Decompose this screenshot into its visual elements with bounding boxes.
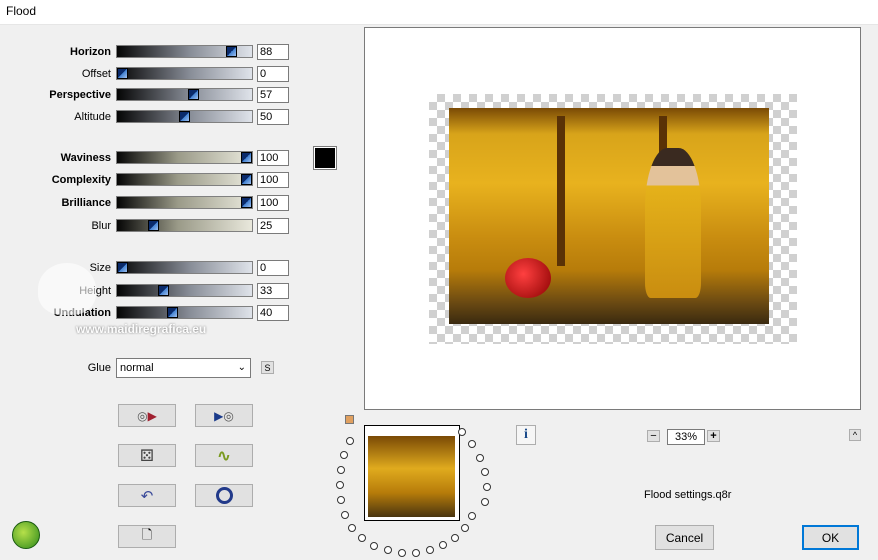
horizon-slider[interactable] [116,45,253,58]
glue-label: Glue [87,362,111,374]
preview-pane[interactable] [364,27,861,410]
altitude-slider-thumb[interactable] [179,111,190,122]
complexity-label: Complexity [51,174,111,186]
cancel-button[interactable]: Cancel [655,525,714,550]
perspective-slider[interactable] [116,88,253,101]
horizon-value-field[interactable]: 88 [257,44,289,60]
offset-value-field[interactable]: 0 [257,66,289,82]
undulation-value-field[interactable]: 40 [257,305,289,321]
waviness-label: Waviness [60,152,111,164]
zoom-value: 33% [667,429,705,445]
settings-filename: Flood settings.q8r [644,489,732,501]
title-bar: Flood [0,0,878,25]
complexity-value-field[interactable]: 100 [257,172,289,188]
color-swatch[interactable] [313,146,337,170]
info-button[interactable]: i [516,425,536,445]
reset-button[interactable] [195,484,253,507]
height-value-field[interactable]: 33 [257,283,289,299]
perspective-slider-thumb[interactable] [188,89,199,100]
info-icon: i [524,427,528,442]
glue-select[interactable]: normal ⌄ [116,358,251,378]
app-logo-icon [12,521,40,549]
perspective-value-field[interactable]: 57 [257,87,289,103]
navigator-ring [336,428,491,557]
wave-icon: ∿ [217,447,231,465]
woman-figure [645,148,701,298]
zoom-in-button[interactable]: + [707,430,720,442]
play-forward-button[interactable]: ▶◎ [195,404,253,427]
waviness-value-field[interactable]: 100 [257,150,289,166]
ok-button[interactable]: OK [802,525,859,550]
horizon-label: Horizon [70,46,111,58]
brilliance-slider[interactable] [116,196,253,209]
glue-value: normal [120,362,154,374]
apply-wave-button[interactable]: ∿ [195,444,253,467]
circle-icon [215,487,233,504]
perspective-label: Perspective [49,89,111,101]
altitude-label: Altitude [74,111,111,123]
zoom-out-button[interactable]: − [647,430,660,442]
complexity-slider[interactable] [116,173,253,186]
blur-slider[interactable] [116,219,253,232]
chevron-down-icon: ⌄ [237,362,246,373]
brilliance-value-field[interactable]: 100 [257,195,289,211]
undo-button[interactable]: ↶ [118,484,176,507]
horizon-slider-thumb[interactable] [226,46,237,57]
blur-slider-thumb[interactable] [148,220,159,231]
complexity-slider-thumb[interactable] [241,174,252,185]
page-icon: 🗋 [141,526,153,542]
play-forward-icon: ▶◎ [214,408,234,423]
size-value-field[interactable]: 0 [257,260,289,276]
waviness-slider-thumb[interactable] [241,152,252,163]
brilliance-label: Brilliance [61,197,111,209]
dice-icon: ⚄ [140,447,154,465]
offset-label: Offset [81,68,111,80]
red-vase [505,258,551,298]
window-title: Flood [6,4,37,18]
undo-icon: ↶ [140,487,154,505]
preview-canvas [429,94,797,344]
watermark: www.maidiregrafica.eu [28,263,258,343]
play-back-icon: ◎▶ [137,408,157,423]
reset-to-default-button[interactable]: ◎▶ [118,404,176,427]
random-button[interactable]: ⚄ [118,444,176,467]
blur-label: Blur [91,220,111,232]
preview-image [449,108,769,324]
window-frame [557,116,565,266]
altitude-value-field[interactable]: 50 [257,109,289,125]
watermark-text: www.maidiregrafica.eu [76,322,207,336]
offset-slider-thumb[interactable] [117,68,128,79]
glue-s-button[interactable]: S [261,361,274,374]
collapse-button[interactable]: ^ [849,429,861,441]
heart-logo-icon [38,263,96,315]
altitude-slider[interactable] [116,110,253,123]
brilliance-slider-thumb[interactable] [241,197,252,208]
waviness-slider[interactable] [116,151,253,164]
offset-slider[interactable] [116,67,253,80]
blur-value-field[interactable]: 25 [257,218,289,234]
copy-button[interactable]: 🗋 [118,525,176,548]
